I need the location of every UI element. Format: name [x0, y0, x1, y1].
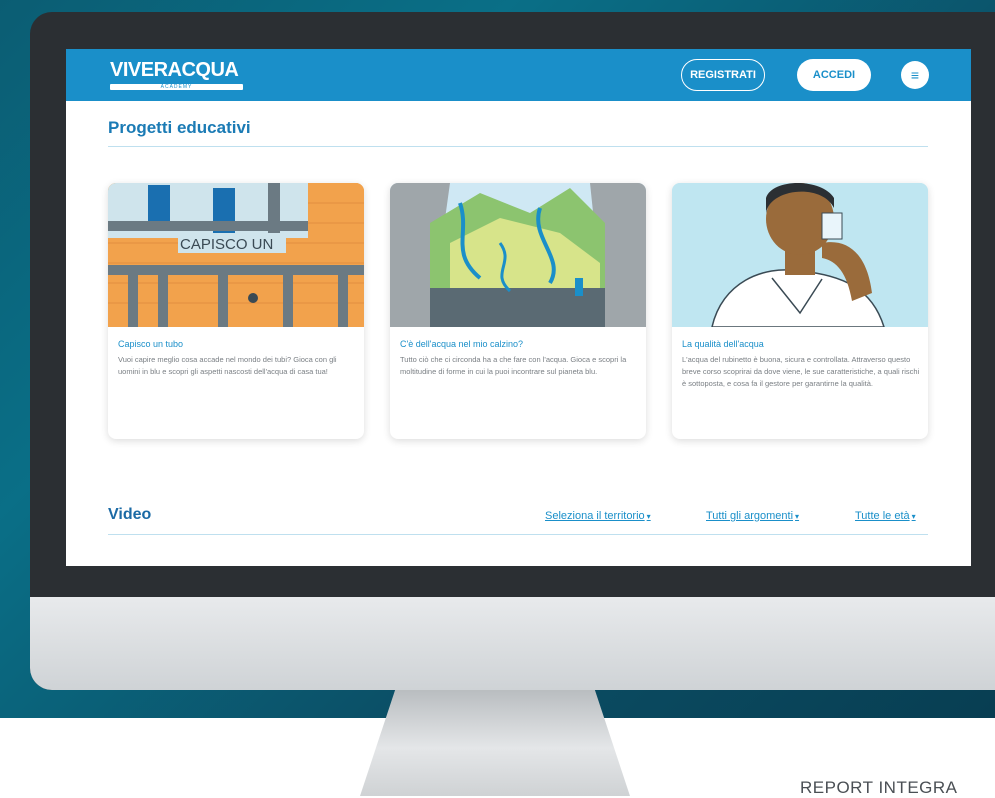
chevron-down-icon: ▾	[911, 512, 916, 521]
landscape-illustration-svg	[390, 183, 646, 327]
card-description: Vuoi capire meglio cosa accade nel mondo…	[118, 355, 337, 376]
svg-text:CAPISCO UN: CAPISCO UN	[180, 236, 273, 253]
filter-territory-label: Seleziona il territorio	[545, 510, 645, 522]
card-title[interactable]: La qualità dell'acqua	[682, 339, 764, 349]
pipes-illustration-svg: CAPISCO UN	[108, 183, 364, 327]
register-button[interactable]: REGISTRATI	[681, 59, 765, 91]
project-card-capisco-un-tubo[interactable]: CAPISCO UN Capisco un tubo Vuoi capire m…	[108, 183, 364, 439]
projects-section-title: Progetti educativi	[108, 118, 251, 137]
filter-topics-label: Tutti gli argomenti	[706, 510, 794, 522]
chevron-down-icon: ▾	[795, 512, 800, 521]
filter-age[interactable]: Tutte le età ▾	[855, 510, 916, 522]
hamburger-icon: ≡	[910, 67, 920, 83]
monitor-stand	[360, 690, 630, 796]
video-section-title: Video	[108, 506, 152, 523]
person-drinking-svg	[672, 183, 928, 327]
viveracqua-logo[interactable]: VIVERACQUA	[110, 59, 239, 82]
filter-topics[interactable]: Tutti gli argomenti ▾	[706, 510, 799, 522]
project-card-acqua-calzino[interactable]: C'è dell'acqua nel mio calzino? Tutto ci…	[390, 183, 646, 439]
filter-age-label: Tutte le età	[855, 510, 910, 522]
monitor-frame: VIVERACQUA ACADEMY REGISTRATI ACCEDI ≡ P…	[30, 12, 995, 690]
menu-button[interactable]: ≡	[901, 61, 929, 89]
filter-territory[interactable]: Seleziona il territorio ▾	[545, 510, 651, 522]
top-navbar: VIVERACQUA ACADEMY REGISTRATI ACCEDI ≡	[66, 49, 971, 101]
projects-divider	[108, 146, 928, 147]
chevron-down-icon: ▾	[646, 512, 651, 521]
card-description: Tutto ciò che ci circonda ha a che fare …	[400, 355, 627, 376]
card-description: L'acqua del rubinetto è buona, sicura e …	[682, 355, 920, 388]
login-button[interactable]: ACCEDI	[797, 59, 871, 91]
video-divider	[108, 534, 928, 535]
monitor-chin	[30, 597, 995, 690]
card-title[interactable]: C'è dell'acqua nel mio calzino?	[400, 339, 523, 349]
capisco-un-tubo-illustration: CAPISCO UN	[108, 183, 364, 327]
academy-logo-strip: ACADEMY	[110, 84, 243, 90]
card-title[interactable]: Capisco un tubo	[118, 339, 183, 349]
monitor-screen: VIVERACQUA ACADEMY REGISTRATI ACCEDI ≡ P…	[66, 49, 971, 566]
drinking-water-illustration	[672, 183, 928, 327]
report-caption: REPORT INTEGRA	[800, 778, 958, 797]
project-card-qualita-acqua[interactable]: La qualità dell'acqua L'acqua del rubine…	[672, 183, 928, 439]
water-cycle-illustration	[390, 183, 646, 327]
